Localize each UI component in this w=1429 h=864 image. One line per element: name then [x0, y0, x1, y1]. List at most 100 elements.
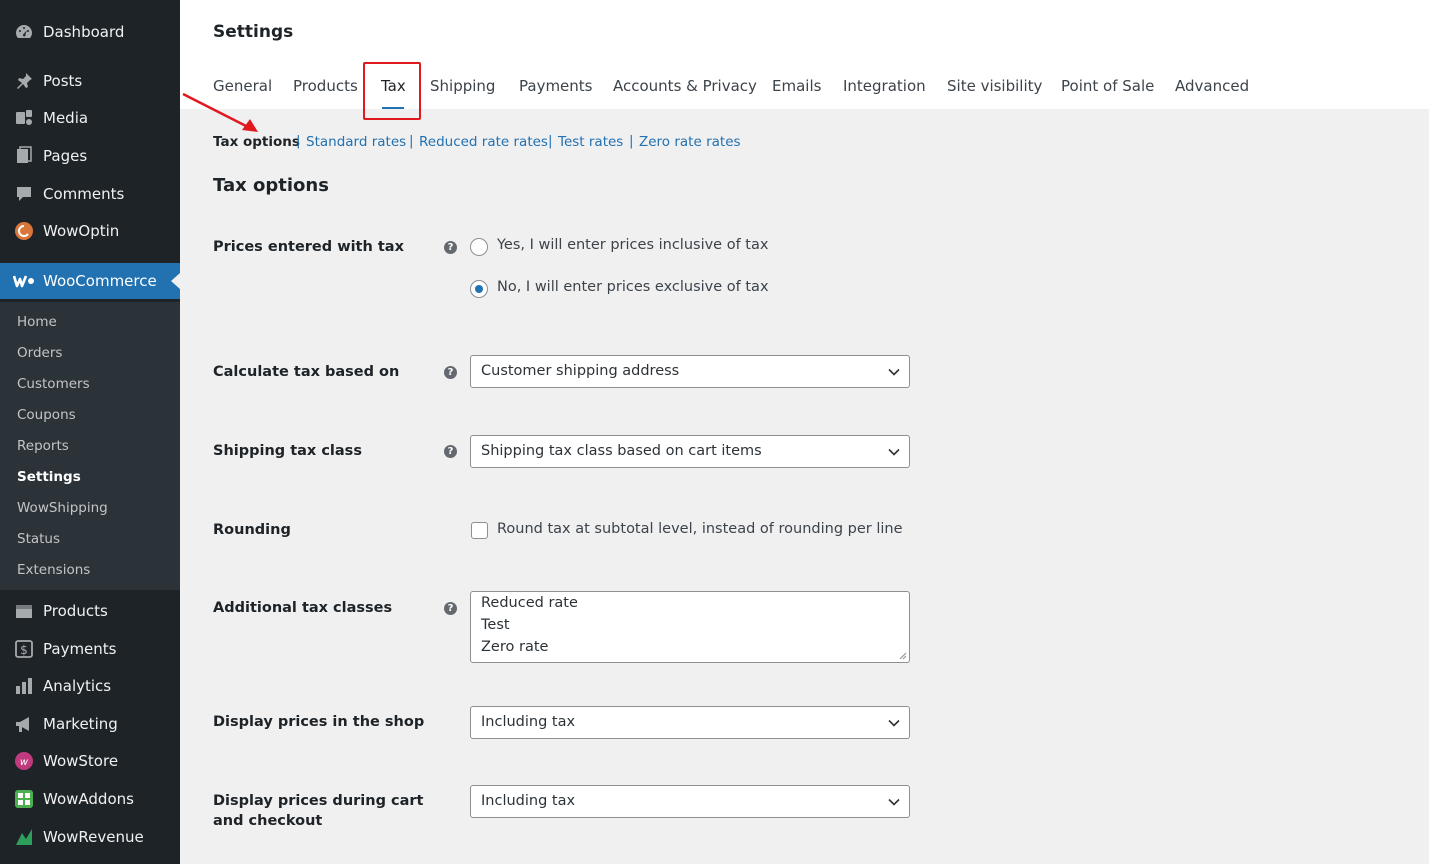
display-shop-label: Display prices in the shop	[213, 714, 425, 730]
sidebar-item-label: Posts	[43, 72, 83, 90]
pages-icon	[12, 146, 36, 166]
section-title: Tax options	[213, 175, 329, 196]
radio-prices-exclusive[interactable]	[470, 280, 488, 298]
sidebar-item-products[interactable]: Products	[0, 593, 180, 629]
sidebar-item-label: Dashboard	[43, 23, 125, 41]
tab-shipping[interactable]: Shipping	[430, 77, 495, 95]
sidebar-item-label: WowRevenue	[43, 828, 144, 846]
chevron-down-icon	[888, 448, 900, 456]
submenu-item-reports[interactable]: Reports	[17, 438, 69, 454]
sidebar-item-wowoptin[interactable]: WowOptin	[0, 213, 180, 249]
select-value: Shipping tax class based on cart items	[481, 443, 762, 459]
radio-prices-inclusive-label[interactable]: Yes, I will enter prices inclusive of ta…	[497, 237, 768, 253]
subnav-reduced-rate-rates[interactable]: Reduced rate rates	[419, 134, 548, 150]
submenu-item-orders[interactable]: Orders	[17, 345, 62, 361]
tab-site-visibility[interactable]: Site visibility	[947, 77, 1042, 95]
prices-entered-label: Prices entered with tax	[213, 239, 404, 255]
rounding-checkbox[interactable]	[471, 522, 488, 539]
help-icon[interactable]: ?	[444, 366, 457, 379]
rounding-label: Rounding	[213, 522, 291, 538]
subnav-zero-rate-rates[interactable]: Zero rate rates	[639, 134, 741, 150]
subnav-tax-options[interactable]: Tax options	[213, 134, 300, 150]
display-cart-select[interactable]: Including tax	[470, 785, 910, 818]
sidebar-item-label: Payments	[43, 640, 117, 658]
sidebar-item-label: Marketing	[43, 715, 118, 733]
page-title: Settings	[213, 22, 294, 42]
submenu-item-settings[interactable]: Settings	[17, 469, 81, 485]
radio-prices-inclusive[interactable]	[470, 238, 488, 256]
analytics-icon	[12, 676, 36, 696]
wowstore-icon: w	[12, 751, 36, 771]
chevron-down-icon	[888, 719, 900, 727]
subnav-test-rates[interactable]: Test rates	[558, 134, 623, 150]
sidebar-item-comments[interactable]: Comments	[0, 176, 180, 212]
comment-icon	[12, 184, 36, 204]
sidebar-item-label: Media	[43, 109, 89, 127]
help-icon[interactable]: ?	[444, 241, 457, 254]
submenu-item-extensions[interactable]: Extensions	[17, 562, 90, 578]
sidebar-item-woocommerce[interactable]: WooCommerce	[0, 263, 180, 299]
subnav-separator: |	[296, 133, 301, 149]
tab-products[interactable]: Products	[293, 77, 358, 95]
svg-text:w: w	[20, 757, 29, 768]
help-icon[interactable]: ?	[444, 602, 457, 615]
sidebar-item-label: WowStore	[43, 752, 119, 770]
display-shop-select[interactable]: Including tax	[470, 706, 910, 739]
sidebar-item-wowaddons[interactable]: WowAddons	[0, 781, 180, 817]
tax-tab-highlight-box	[363, 62, 421, 120]
submenu-item-coupons[interactable]: Coupons	[17, 407, 76, 423]
tab-advanced[interactable]: Advanced	[1175, 77, 1249, 95]
tab-accounts-privacy[interactable]: Accounts & Privacy	[613, 77, 757, 95]
subnav-separator: |	[409, 133, 414, 149]
sidebar-item-pages[interactable]: Pages	[0, 138, 180, 174]
payments-icon: $	[12, 639, 36, 659]
submenu-item-wowshipping[interactable]: WowShipping	[17, 500, 108, 516]
sidebar-item-media[interactable]: Media	[0, 100, 180, 136]
sidebar-item-dashboard[interactable]: Dashboard	[0, 14, 180, 50]
sidebar-item-label: WooCommerce	[43, 272, 157, 290]
chevron-down-icon	[888, 368, 900, 376]
submenu-item-home[interactable]: Home	[17, 314, 57, 330]
sidebar-item-label: Products	[43, 602, 108, 620]
textarea-line: Reduced rate	[481, 595, 578, 611]
rounding-checkbox-label[interactable]: Round tax at subtotal level, instead of …	[497, 521, 903, 537]
additional-tax-classes-label: Additional tax classes	[213, 600, 393, 616]
woocommerce-submenu: Home Orders Customers Coupons Reports Se…	[0, 302, 180, 590]
svg-text:$: $	[20, 643, 28, 657]
admin-sidebar: Dashboard Posts Media Pages Comments Wow…	[0, 0, 180, 864]
sidebar-item-analytics[interactable]: Analytics	[0, 668, 180, 704]
resize-grip-icon[interactable]	[899, 652, 907, 660]
radio-prices-exclusive-label[interactable]: No, I will enter prices exclusive of tax	[497, 279, 769, 295]
tab-payments[interactable]: Payments	[519, 77, 592, 95]
settings-header: Settings General Products Tax Shipping P…	[180, 0, 1429, 120]
submenu-item-status[interactable]: Status	[17, 531, 60, 547]
sidebar-item-wowrevenue[interactable]: WowRevenue	[0, 819, 180, 855]
tab-point-of-sale[interactable]: Point of Sale	[1061, 77, 1154, 95]
textarea-line: Zero rate	[481, 639, 549, 655]
textarea-line: Test	[481, 617, 510, 633]
sidebar-item-wowstore[interactable]: w WowStore	[0, 743, 180, 779]
additional-tax-classes-textarea[interactable]: Reduced rate Test Zero rate	[470, 591, 910, 663]
sidebar-item-label: WowAddons	[43, 790, 134, 808]
annotation-arrow	[182, 92, 258, 132]
sidebar-item-payments[interactable]: $ Payments	[0, 631, 180, 667]
tab-integration[interactable]: Integration	[843, 77, 926, 95]
submenu-item-customers[interactable]: Customers	[17, 376, 90, 392]
sidebar-item-label: Analytics	[43, 677, 112, 695]
display-cart-label: Display prices during cart and checkout	[213, 793, 424, 829]
help-icon[interactable]: ?	[444, 445, 457, 458]
subnav-standard-rates[interactable]: Standard rates	[306, 134, 406, 150]
products-icon	[12, 601, 36, 621]
shipping-tax-class-select[interactable]: Shipping tax class based on cart items	[470, 435, 910, 468]
calc-based-on-label: Calculate tax based on	[213, 364, 400, 380]
sidebar-item-label: WowOptin	[43, 222, 120, 240]
calc-based-on-select[interactable]: Customer shipping address	[470, 355, 910, 388]
pin-icon	[12, 71, 36, 91]
wowaddons-icon	[12, 789, 36, 809]
woocommerce-icon	[12, 271, 36, 291]
media-icon	[12, 108, 36, 128]
sidebar-item-posts[interactable]: Posts	[0, 63, 180, 99]
tab-emails[interactable]: Emails	[772, 77, 821, 95]
sidebar-item-marketing[interactable]: Marketing	[0, 706, 180, 742]
select-value: Including tax	[481, 793, 576, 809]
